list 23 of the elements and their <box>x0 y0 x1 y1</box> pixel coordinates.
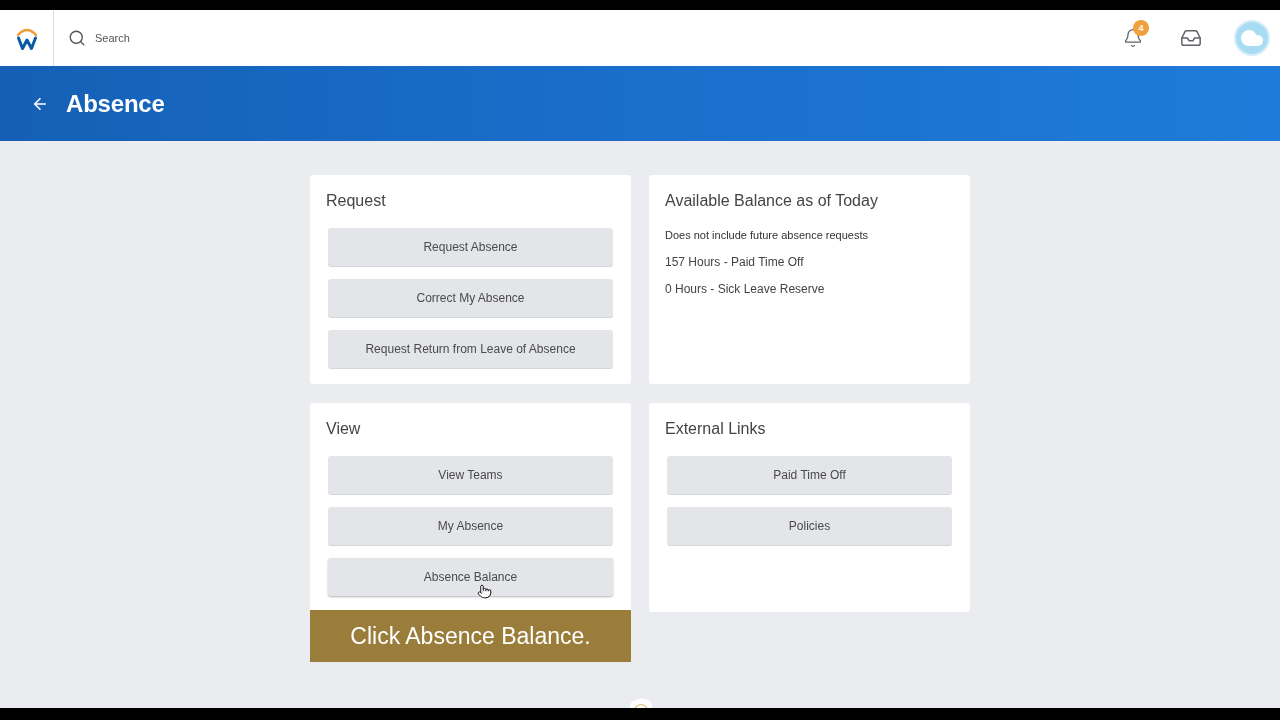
note-text: Does not include future absence requests <box>665 228 870 242</box>
action-button[interactable]: Correct My Absence <box>328 279 613 317</box>
action-button[interactable]: Absence Balance <box>328 558 613 596</box>
action-button[interactable]: My Absence <box>328 507 613 545</box>
page-title: Absence <box>66 89 165 118</box>
balance-line: 0 Hours - Sick Leave Reserve <box>665 282 826 297</box>
hand-cursor-icon <box>477 583 492 600</box>
action-button[interactable]: Request Return from Leave of Absence <box>328 330 613 368</box>
card-title: Available Balance as of Today <box>665 191 879 211</box>
card-title: External Links <box>665 419 767 439</box>
balance-line: 157 Hours - Paid Time Off <box>665 255 805 270</box>
caption-banner: Click Absence Balance. <box>310 610 631 662</box>
search-field[interactable]: Search <box>95 26 355 50</box>
action-button[interactable]: Paid Time Off <box>667 456 952 494</box>
action-button[interactable]: Request Absence <box>328 228 613 266</box>
action-button[interactable]: View Teams <box>328 456 613 494</box>
search-icon <box>68 29 86 47</box>
notification-count: 4 <box>1133 20 1149 36</box>
card-title: Request <box>326 191 387 211</box>
action-button[interactable]: Policies <box>667 507 952 545</box>
partial-icon <box>628 697 654 708</box>
inbox-icon <box>1180 27 1202 49</box>
card-title: View <box>326 419 362 439</box>
